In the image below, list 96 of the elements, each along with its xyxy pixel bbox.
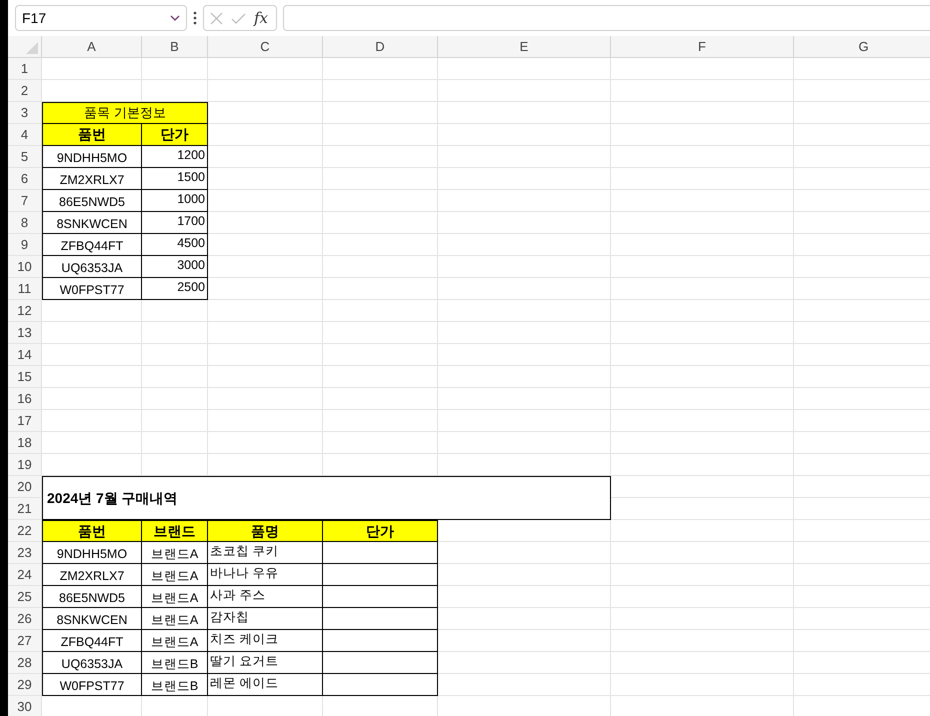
row-header[interactable]: 21 xyxy=(8,498,42,520)
table-cell: 9NDHH5MO xyxy=(42,542,142,564)
row-header[interactable]: 30 xyxy=(8,696,42,716)
table-cell: 브랜드A xyxy=(142,608,208,630)
table-cell: 1200 xyxy=(142,146,208,168)
row-header[interactable]: 25 xyxy=(8,586,42,608)
column-header[interactable]: C xyxy=(208,36,323,58)
row-header[interactable]: 1 xyxy=(8,58,42,80)
row-header[interactable]: 16 xyxy=(8,388,42,410)
table-cell: 브랜드B xyxy=(142,674,208,696)
column-heading: 브랜드 xyxy=(142,520,208,542)
table-cell: ZFBQ44FT xyxy=(42,234,142,256)
column-header[interactable]: G xyxy=(794,36,930,58)
formula-input[interactable] xyxy=(283,5,930,31)
table-cell: 8SNKWCEN xyxy=(42,608,142,630)
table-cell: 1700 xyxy=(142,212,208,234)
row-header[interactable]: 10 xyxy=(8,256,42,278)
row-header[interactable]: 14 xyxy=(8,344,42,366)
table-cell: 레몬 에이드 xyxy=(208,674,323,696)
table-cell: 브랜드A xyxy=(142,630,208,652)
column-header[interactable]: A xyxy=(42,36,142,58)
table-cell: W0FPST77 xyxy=(42,674,142,696)
cell-reference: F17 xyxy=(22,8,46,28)
table-cell: 4500 xyxy=(142,234,208,256)
table-cell: 브랜드A xyxy=(142,564,208,586)
empty-cell[interactable] xyxy=(323,586,438,608)
table-cell: 브랜드B xyxy=(142,652,208,674)
table-cell: ZM2XRLX7 xyxy=(42,168,142,190)
column-heading: 단가 xyxy=(323,520,438,542)
table-cell: 바나나 우유 xyxy=(208,564,323,586)
table-cell: 감자칩 xyxy=(208,608,323,630)
insert-function-button[interactable]: fx xyxy=(254,10,268,26)
table-title: 품목 기본정보 xyxy=(42,102,208,124)
row-header[interactable]: 17 xyxy=(8,410,42,432)
table-cell: UQ6353JA xyxy=(42,652,142,674)
row-header[interactable]: 4 xyxy=(8,124,42,146)
table-cell: 치즈 케이크 xyxy=(208,630,323,652)
row-header[interactable]: 9 xyxy=(8,234,42,256)
table-cell: 86E5NWD5 xyxy=(42,586,142,608)
cancel-icon[interactable] xyxy=(210,12,223,24)
row-header[interactable]: 5 xyxy=(8,146,42,168)
row-header[interactable]: 18 xyxy=(8,432,42,454)
row-header[interactable]: 13 xyxy=(8,322,42,344)
table-cell: 1500 xyxy=(142,168,208,190)
row-header[interactable]: 22 xyxy=(8,520,42,542)
table-cell: 3000 xyxy=(142,256,208,278)
row-header[interactable]: 27 xyxy=(8,630,42,652)
empty-cell[interactable] xyxy=(323,542,438,564)
check-icon[interactable] xyxy=(231,12,246,24)
table-cell: 사과 주스 xyxy=(208,586,323,608)
empty-cell[interactable] xyxy=(323,652,438,674)
table-cell: 브랜드A xyxy=(142,586,208,608)
row-header[interactable]: 11 xyxy=(8,278,42,300)
table-cell: UQ6353JA xyxy=(42,256,142,278)
column-header[interactable]: B xyxy=(142,36,208,58)
row-header[interactable]: 6 xyxy=(8,168,42,190)
row-header[interactable]: 19 xyxy=(8,454,42,476)
table-title: 2024년 7월 구매내역 xyxy=(42,476,611,520)
row-header[interactable]: 29 xyxy=(8,674,42,696)
name-box[interactable]: F17 xyxy=(15,5,187,31)
row-header[interactable]: 26 xyxy=(8,608,42,630)
row-header[interactable]: 24 xyxy=(8,564,42,586)
chevron-down-icon xyxy=(170,15,180,21)
column-header[interactable]: F xyxy=(611,36,794,58)
table-cell: 8SNKWCEN xyxy=(42,212,142,234)
table-cell: 1000 xyxy=(142,190,208,212)
column-heading: 품번 xyxy=(42,520,142,542)
empty-cell[interactable] xyxy=(323,608,438,630)
table-cell: 9NDHH5MO xyxy=(42,146,142,168)
empty-cell[interactable] xyxy=(323,674,438,696)
table-cell: 딸기 요거트 xyxy=(208,652,323,674)
row-header[interactable]: 2 xyxy=(8,80,42,102)
empty-cell[interactable] xyxy=(323,564,438,586)
table-cell: W0FPST77 xyxy=(42,278,142,300)
table-cell: ZFBQ44FT xyxy=(42,630,142,652)
row-header[interactable]: 3 xyxy=(8,102,42,124)
row-header[interactable]: 23 xyxy=(8,542,42,564)
row-header[interactable]: 20 xyxy=(8,476,42,498)
row-header[interactable]: 8 xyxy=(8,212,42,234)
row-header[interactable]: 28 xyxy=(8,652,42,674)
row-header[interactable]: 12 xyxy=(8,300,42,322)
column-heading: 품명 xyxy=(208,520,323,542)
more-options-icon[interactable] xyxy=(193,11,197,25)
select-all-icon[interactable] xyxy=(26,42,38,54)
row-header[interactable]: 7 xyxy=(8,190,42,212)
table-cell: 브랜드A xyxy=(142,542,208,564)
row-header[interactable]: 15 xyxy=(8,366,42,388)
column-heading: 단가 xyxy=(142,124,208,146)
column-header[interactable]: D xyxy=(323,36,438,58)
table-cell: 초코칩 쿠키 xyxy=(208,542,323,564)
column-header[interactable]: E xyxy=(438,36,611,58)
column-heading: 품번 xyxy=(42,124,142,146)
table-cell: 2500 xyxy=(142,278,208,300)
empty-cell[interactable] xyxy=(323,630,438,652)
table-cell: 86E5NWD5 xyxy=(42,190,142,212)
table-cell: ZM2XRLX7 xyxy=(42,564,142,586)
